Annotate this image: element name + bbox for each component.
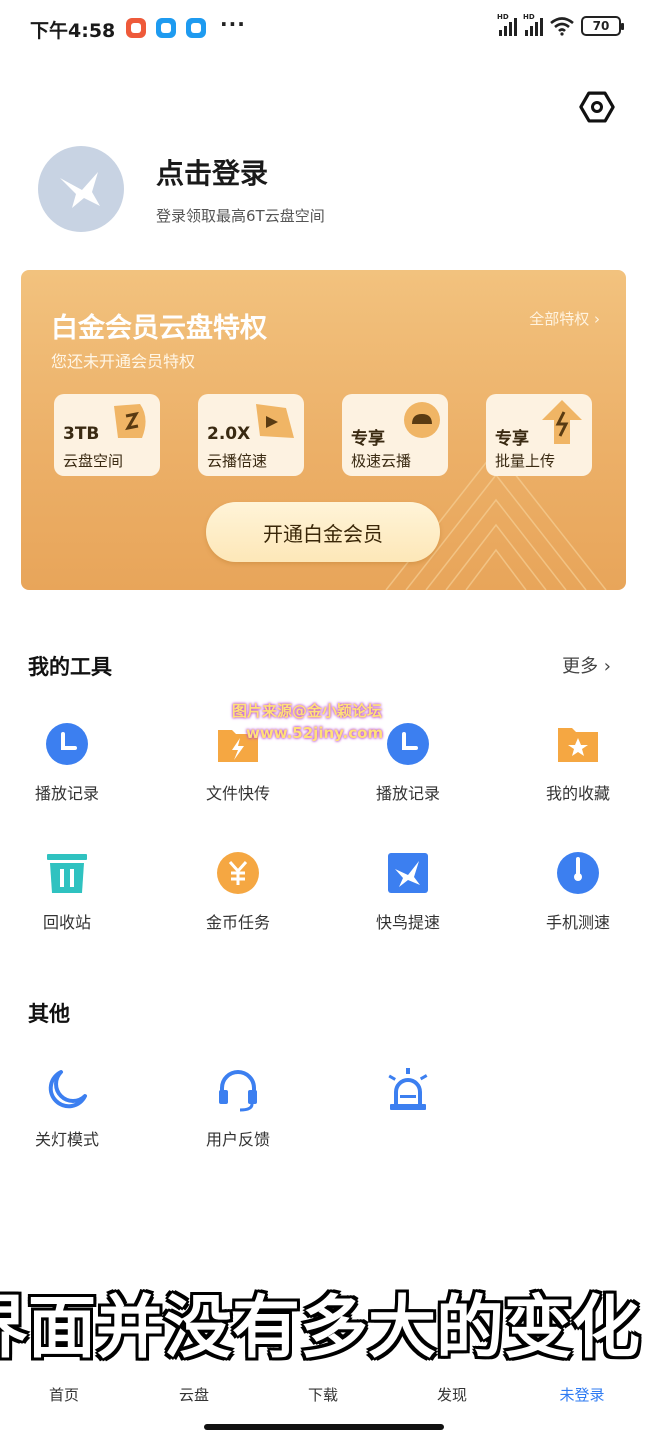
perk-label: 云盘空间 [63, 452, 124, 470]
tool-label: 金币任务 [205, 913, 270, 932]
tool-label: 快鸟提速 [375, 913, 440, 932]
bird-logo-icon [60, 172, 100, 208]
perk-fast-play[interactable]: 专享 极速云播 [342, 394, 448, 476]
clock-icon [387, 723, 429, 765]
vip-title: 白金会员云盘特权 [51, 313, 267, 344]
video-app-icon [126, 18, 146, 38]
perk-value: 3TB [63, 424, 100, 444]
tool-speed-test[interactable]: 手机测速 [518, 851, 638, 951]
tool-label: 回收站 [42, 913, 91, 932]
bird-icon [388, 853, 428, 893]
tool-dark-mode[interactable]: 关灯模式 [7, 1068, 127, 1168]
app-notification-icon [156, 18, 176, 38]
other-section-title: 其他 [28, 1002, 70, 1026]
speed-play-icon [256, 404, 294, 438]
nav-discover[interactable]: 发现 [402, 1384, 502, 1405]
nav-profile[interactable]: 未登录 [532, 1384, 632, 1405]
perk-value: 专享 [351, 429, 385, 449]
battery-icon: 70 [581, 16, 624, 36]
app-notification-icon [186, 18, 206, 38]
moon-icon [48, 1070, 87, 1109]
signal-icon: HD [497, 13, 517, 36]
tool-label: 播放记录 [34, 784, 99, 803]
all-perks-link[interactable]: 全部特权 › [529, 308, 600, 329]
home-indicator[interactable] [204, 1424, 444, 1430]
tool-label: 关灯模式 [34, 1130, 99, 1149]
tools-section-title: 我的工具 [28, 655, 112, 679]
tool-label: 手机测速 [545, 913, 610, 932]
status-bar: 下午4:58 ··· HD HD 70 [0, 0, 647, 60]
tool-play-history[interactable]: 播放记录 [7, 722, 127, 822]
more-tools-link[interactable]: 更多 › [562, 652, 611, 678]
tool-alarm[interactable] [348, 1068, 468, 1168]
tool-label: 我的收藏 [545, 784, 610, 803]
tool-label: 用户反馈 [205, 1130, 270, 1149]
trash-icon [47, 854, 87, 893]
vip-subtitle: 您还未开通会员特权 [51, 352, 196, 371]
clock-icon [46, 723, 88, 765]
tool-recycle-bin[interactable]: 回收站 [7, 851, 127, 951]
headset-icon [219, 1070, 257, 1112]
perk-value: 专享 [495, 429, 529, 449]
watermark: 图片来源@金小颖论坛 www.52jiny.com [232, 702, 384, 742]
star-folder-icon [558, 728, 598, 762]
video-caption: 界面并没有多大的变化 [0, 1289, 641, 1368]
tool-label: 文件快传 [205, 784, 270, 803]
perk-label: 极速云播 [351, 452, 412, 470]
tool-coin-tasks[interactable]: 金币任务 [178, 851, 298, 951]
alarm-light-icon [388, 1068, 428, 1110]
wifi-icon [550, 17, 574, 36]
perk-label: 批量上传 [495, 452, 556, 470]
perk-label: 云播倍速 [207, 452, 268, 470]
settings-icon[interactable] [578, 88, 616, 126]
perk-batch-upload[interactable]: 专享 批量上传 [486, 394, 592, 476]
open-vip-button[interactable]: 开通白金会员 [206, 502, 440, 562]
cloud-play-icon [404, 402, 440, 438]
storage-icon [114, 404, 146, 438]
tool-speed-boost[interactable]: 快鸟提速 [348, 851, 468, 951]
coin-icon [217, 852, 259, 894]
nav-cloud[interactable]: 云盘 [144, 1384, 244, 1405]
avatar[interactable] [38, 146, 124, 232]
tool-favorites[interactable]: 我的收藏 [518, 722, 638, 822]
nav-home[interactable]: 首页 [14, 1384, 114, 1405]
status-indicators: HD HD 70 [497, 13, 624, 36]
login-subtitle: 登录领取最高6T云盘空间 [156, 207, 325, 225]
speedometer-icon [557, 852, 599, 894]
tool-feedback[interactable]: 用户反馈 [178, 1068, 298, 1168]
login-title[interactable]: 点击登录 [156, 152, 268, 192]
signal-icon: HD [523, 13, 543, 36]
nav-download[interactable]: 下载 [273, 1384, 373, 1405]
status-time: 下午4:58 [30, 20, 116, 42]
perk-speed[interactable]: 2.0X 云播倍速 [198, 394, 304, 476]
tool-label: 播放记录 [375, 784, 440, 803]
vip-card[interactable]: 白金会员云盘特权 您还未开通会员特权 全部特权 › 3TB 云盘空间 2.0X … [21, 270, 626, 590]
upload-arrow-icon [542, 400, 582, 444]
perk-storage[interactable]: 3TB 云盘空间 [54, 394, 160, 476]
perk-value: 2.0X [207, 424, 251, 444]
more-notifications-icon: ··· [220, 12, 246, 36]
